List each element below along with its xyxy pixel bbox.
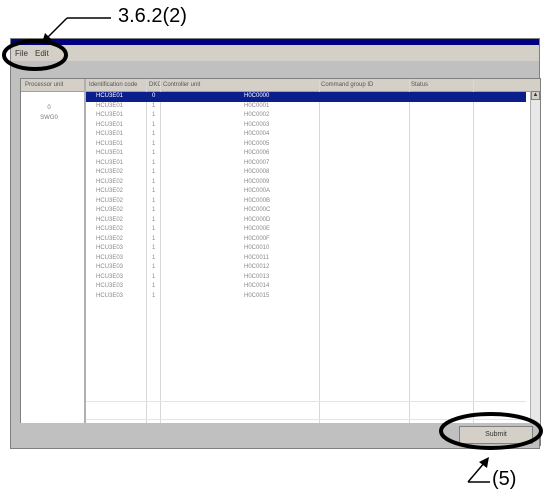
annotation-overlay xyxy=(2,17,543,483)
arrow-line-top-diagonal xyxy=(46,17,68,39)
arrow-line-bottom-diagonal xyxy=(467,461,486,483)
highlight-circle-submit xyxy=(439,412,543,450)
highlight-circle-menu xyxy=(2,39,68,71)
